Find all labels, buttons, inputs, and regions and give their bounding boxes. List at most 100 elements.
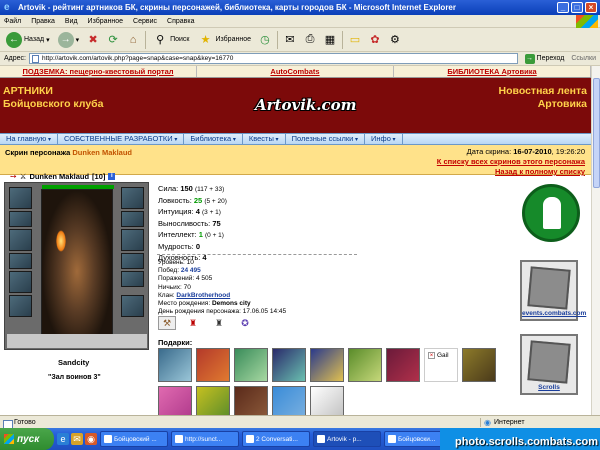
close-button[interactable]: × (585, 2, 597, 13)
history-icon[interactable]: ◷ (257, 32, 273, 48)
equip-slot[interactable] (9, 211, 32, 227)
gift-item[interactable] (196, 386, 230, 415)
status-text: Готово (0, 419, 480, 430)
forward-button[interactable]: → ▾ (56, 30, 82, 50)
vertical-scrollbar[interactable] (591, 66, 600, 415)
tools-icon[interactable]: ⚙ (387, 32, 403, 48)
equip-slot[interactable] (121, 229, 144, 251)
menu-tools[interactable]: Сервис (133, 18, 157, 25)
nav-quests[interactable]: Квесты (243, 134, 286, 144)
gift-item[interactable] (234, 348, 268, 382)
folder-icon[interactable]: ▭ (347, 32, 363, 48)
nav-useful-links[interactable]: Полезные ссылки (286, 134, 365, 144)
back-label: Назад (24, 36, 45, 43)
belt-slots[interactable] (7, 334, 147, 348)
equip-slot[interactable] (121, 295, 144, 317)
info-icon[interactable]: i (108, 173, 116, 180)
gift-item-broken[interactable]: × Gail (424, 348, 458, 382)
scrolls-caption[interactable]: Scrolls (522, 384, 576, 393)
character-name: Dunken Maklaud (29, 172, 90, 181)
mail-icon[interactable]: ✉ (282, 32, 298, 48)
gift-item[interactable] (158, 348, 192, 382)
link-library[interactable]: БИБЛИОТЕКА Артовика (394, 66, 591, 77)
gift-item[interactable] (310, 386, 344, 415)
equip-slot[interactable] (121, 253, 144, 269)
toolbar: ← Назад ▾ → ▾ ✖ ⟳ ⌂ ⚲ Поиск ★ Избранное … (0, 28, 600, 52)
gift-item[interactable] (234, 386, 268, 415)
taskbar-task[interactable]: 2 Conversati... (242, 431, 310, 447)
start-button[interactable]: пуск (0, 428, 54, 450)
search-button[interactable]: ⚲ Поиск (150, 30, 191, 50)
scrolls-banner[interactable]: Scrolls (520, 334, 578, 395)
back-to-list-link[interactable]: Назад к полному списку (437, 167, 585, 177)
nav-info[interactable]: Инфо (365, 134, 403, 144)
print-icon[interactable]: ⎙ (302, 32, 318, 48)
refresh-icon[interactable]: ⟳ (105, 32, 121, 48)
messenger-icon[interactable]: ✿ (367, 32, 383, 48)
stop-icon[interactable]: ✖ (85, 32, 101, 48)
go-button[interactable]: → Переход (521, 53, 569, 64)
nav-own-dev[interactable]: СОБСТВЕННЫЕ РАЗРАБОТКИ (58, 134, 185, 144)
chevron-down-icon[interactable]: ▾ (46, 36, 50, 44)
chevron-down-icon[interactable]: ▾ (76, 36, 80, 44)
weapons-badge-icon[interactable]: ⚒ (158, 316, 176, 330)
header-right-title[interactable]: Новостная лента Артовика (499, 85, 588, 111)
events-banner[interactable]: events.combats.com (520, 260, 586, 321)
magic-badge-icon[interactable]: ✪ (236, 316, 254, 330)
menu-edit[interactable]: Правка (31, 18, 55, 25)
edit-icon[interactable]: ▦ (322, 32, 338, 48)
date-label: Дата скрина: (466, 147, 512, 156)
clan-link[interactable]: DarkBrotherhood (176, 292, 230, 299)
menu-favorites[interactable]: Избранное (88, 18, 123, 25)
minimize-button[interactable]: _ (557, 2, 569, 13)
gift-item[interactable] (386, 348, 420, 382)
equip-slot[interactable] (9, 229, 32, 251)
link-podzemka[interactable]: ПОДЗЕМКА: пещерно-квестовый портал (0, 66, 197, 77)
favorites-button[interactable]: ★ Избранное (196, 30, 253, 50)
windows-logo-icon (4, 434, 14, 444)
firefox-quick-icon[interactable]: ◉ (85, 433, 97, 445)
gift-item[interactable] (196, 348, 230, 382)
events-caption[interactable]: events.combats.com (522, 310, 586, 319)
gift-item[interactable] (158, 386, 192, 415)
character-location: Sandcity (58, 358, 90, 367)
equip-slot[interactable] (9, 271, 32, 293)
nav-library[interactable]: Библиотека (184, 134, 243, 144)
nav-home[interactable]: На главную (0, 134, 58, 144)
links-button[interactable]: Ссылки (571, 55, 600, 62)
gift-item[interactable] (272, 386, 306, 415)
scrollbar-thumb[interactable] (593, 78, 600, 188)
ie-quick-icon[interactable]: e (57, 433, 69, 445)
order-badge-icon[interactable]: ♜ (210, 316, 228, 330)
taskbar-task[interactable]: http://sunct... (171, 431, 239, 447)
back-button[interactable]: ← Назад ▾ (4, 30, 52, 50)
clan-badge-icon[interactable]: ♜ (184, 316, 202, 330)
home-icon[interactable]: ⌂ (125, 32, 141, 48)
menu-help[interactable]: Справка (167, 18, 194, 25)
gift-item[interactable] (348, 348, 382, 382)
search-icon: ⚲ (156, 34, 165, 46)
header-left-title[interactable]: АРТНИКИ Бойцовского клуба (3, 85, 104, 111)
sword-icon: ⚔ (19, 172, 27, 181)
equip-slot[interactable] (9, 295, 32, 317)
site-logo[interactable]: Artovik.com (255, 96, 357, 118)
all-skins-link[interactable]: К списку всех скринов этого персонажа (437, 157, 585, 167)
equip-slot[interactable] (9, 187, 32, 209)
equip-slot[interactable] (121, 211, 144, 227)
equip-slot[interactable] (9, 253, 32, 269)
gift-item[interactable] (272, 348, 306, 382)
mail-quick-icon[interactable]: ✉ (71, 433, 83, 445)
combats-circle-logo[interactable] (522, 184, 580, 242)
address-input[interactable]: http://artovik.com/artovik.php?page=snap… (28, 53, 518, 64)
link-autocombats[interactable]: AutoCombats (197, 66, 394, 77)
equip-slot[interactable] (121, 187, 144, 209)
taskbar-task-active[interactable]: Artovik - р... (313, 431, 381, 447)
menu-view[interactable]: Вид (65, 18, 78, 25)
gift-item[interactable] (462, 348, 496, 382)
menu-file[interactable]: Файл (4, 18, 21, 25)
gift-item[interactable] (310, 348, 344, 382)
equip-slot[interactable] (121, 271, 144, 287)
character-panel (4, 182, 149, 350)
maximize-button[interactable]: □ (571, 2, 583, 13)
taskbar-task[interactable]: Бойцовский ... (100, 431, 168, 447)
